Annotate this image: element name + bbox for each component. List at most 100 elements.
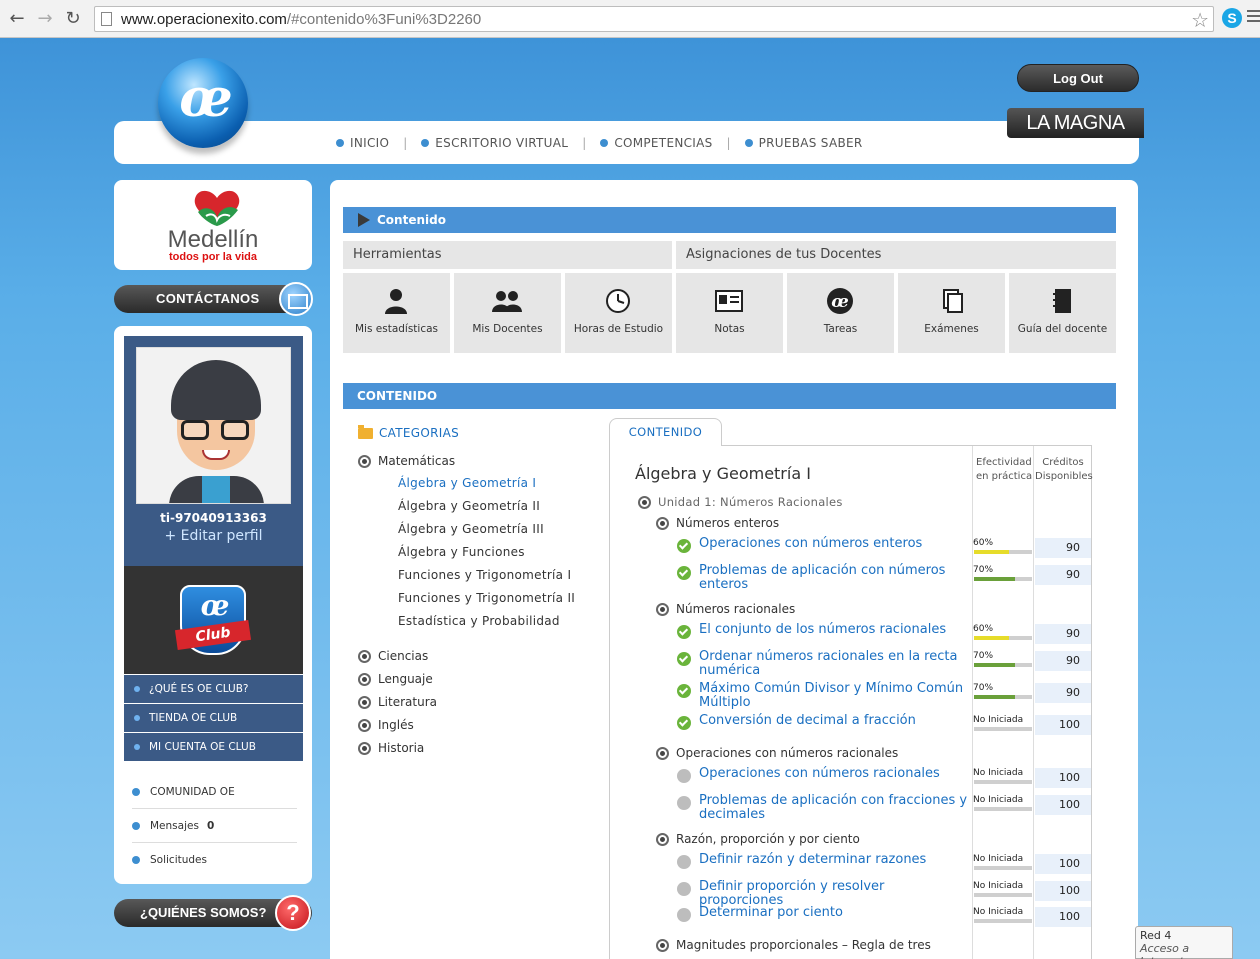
tool-guia-del-docente[interactable]: Guía del docente xyxy=(1009,273,1116,353)
browser-menu-icon[interactable] xyxy=(1247,10,1260,25)
progress-fill xyxy=(974,636,1009,640)
edit-profile-link[interactable]: + Editar perfil xyxy=(124,528,303,544)
progress-bar xyxy=(974,636,1032,640)
lesson-item[interactable]: Operaciones con números enteros xyxy=(677,537,969,553)
check-circle-icon xyxy=(677,566,691,580)
progress-fill xyxy=(974,663,1015,667)
expand-icon xyxy=(358,695,371,709)
club-menu-tienda[interactable]: TIENDA OE CLUB xyxy=(124,704,303,733)
lesson-item[interactable]: Operaciones con números racionales xyxy=(677,767,969,783)
bookmark-star-icon[interactable]: ☆ xyxy=(1191,8,1209,32)
browser-toolbar: ← → ↻ www.operacionexito.com/#contenido%… xyxy=(0,0,1260,38)
category-literatura[interactable]: Literatura xyxy=(358,695,437,709)
tool-horas-de-estudio[interactable]: Horas de Estudio xyxy=(565,273,672,353)
nav-escritorio-virtual[interactable]: ESCRITORIO VIRTUAL xyxy=(421,136,568,150)
lesson-item[interactable]: Definir razón y determinar razones xyxy=(677,853,969,869)
category-lenguaje[interactable]: Lenguaje xyxy=(358,672,433,686)
category-ingles[interactable]: Inglés xyxy=(358,718,414,732)
progress-fill xyxy=(974,550,1009,554)
bullet-icon xyxy=(134,686,140,692)
lesson-item[interactable]: Ordenar números racionales en la recta n… xyxy=(677,650,969,678)
category-ciencias[interactable]: Ciencias xyxy=(358,649,428,663)
expand-icon xyxy=(358,718,371,732)
community-oe-link[interactable]: COMUNIDAD OE xyxy=(132,775,297,809)
user-id: ti-97040913363 xyxy=(160,511,267,525)
requests-link[interactable]: Solicitudes xyxy=(132,843,297,877)
effectiveness-cell: No Iniciada xyxy=(973,795,1033,815)
tool-tareas[interactable]: œ Tareas xyxy=(787,273,894,353)
subcategory-funciones-trig-2[interactable]: Funciones y Trigonometría II xyxy=(398,591,575,605)
progress-bar xyxy=(974,780,1032,784)
course-title: Álgebra y Geometría I xyxy=(635,464,811,483)
categories-title: CATEGORIAS xyxy=(358,424,459,442)
messages-link[interactable]: Mensajes 0 xyxy=(132,809,297,843)
bullet-icon xyxy=(132,821,140,830)
topic-item[interactable]: Razón, proporción y por ciento xyxy=(656,832,860,846)
oe-logo[interactable]: œ xyxy=(158,58,248,148)
medellin-logo-box[interactable]: Medellín todos por la vida xyxy=(114,180,312,270)
nav-inicio[interactable]: INICIO xyxy=(336,136,389,150)
progress-bar xyxy=(974,807,1032,811)
effectiveness-cell: No Iniciada xyxy=(973,715,1033,735)
topic-item[interactable]: Números racionales xyxy=(656,602,795,616)
credits-cell: 90 xyxy=(1035,538,1091,558)
lesson-item[interactable]: Problemas de aplicación con números ente… xyxy=(677,564,969,592)
subcategory-algebra-geometria-2[interactable]: Álgebra y Geometría II xyxy=(398,499,540,513)
logout-button[interactable]: Log Out xyxy=(1017,64,1139,92)
check-circle-icon xyxy=(677,625,691,639)
question-icon[interactable]: ? xyxy=(275,895,311,931)
back-icon[interactable]: ← xyxy=(6,8,28,30)
category-historia[interactable]: Historia xyxy=(358,741,424,755)
address-bar[interactable]: www.operacionexito.com/#contenido%3Funi%… xyxy=(94,6,1214,32)
topic-item[interactable]: Magnitudes proporcionales – Regla de tre… xyxy=(656,938,931,952)
expand-icon xyxy=(656,938,669,952)
lesson-item[interactable]: El conjunto de los números racionales xyxy=(677,623,969,639)
credits-cell: 90 xyxy=(1035,624,1091,644)
tab-contenido[interactable]: CONTENIDO xyxy=(609,418,722,446)
contenido-bar: Contenido xyxy=(343,207,1116,233)
page-icon xyxy=(101,12,112,26)
lesson-item[interactable]: Definir proporción y resolver proporcion… xyxy=(677,880,969,908)
forward-icon[interactable]: → xyxy=(34,8,56,30)
oe-club-logo[interactable]: œ Club xyxy=(174,585,252,655)
folder-icon xyxy=(358,424,373,439)
topic-item[interactable]: Operaciones con números racionales xyxy=(656,746,898,760)
mail-icon[interactable] xyxy=(279,282,313,316)
avatar[interactable] xyxy=(136,347,291,504)
play-icon xyxy=(358,213,370,227)
effectiveness-cell: No Iniciada xyxy=(973,768,1033,788)
documents-icon xyxy=(943,289,963,313)
nav-competencias[interactable]: COMPETENCIAS xyxy=(600,136,712,150)
tool-examenes[interactable]: Exámenes xyxy=(898,273,1005,353)
lesson-item[interactable]: Máximo Común Divisor y Mínimo Común Múlt… xyxy=(677,682,969,710)
reload-icon[interactable]: ↻ xyxy=(62,8,84,30)
skype-icon[interactable]: S xyxy=(1222,8,1242,28)
credits-cell: 100 xyxy=(1035,768,1091,788)
lesson-item[interactable]: Conversión de decimal a fracción xyxy=(677,714,969,730)
expand-icon xyxy=(358,454,371,468)
tool-mis-estadisticas[interactable]: Mis estadísticas xyxy=(343,273,450,353)
lesson-item[interactable]: Problemas de aplicación con fracciones y… xyxy=(677,794,969,822)
subcategory-algebra-funciones[interactable]: Álgebra y Funciones xyxy=(398,545,525,559)
main-nav: INICIO | ESCRITORIO VIRTUAL | COMPETENCI… xyxy=(336,136,863,150)
effectiveness-cell: 60% xyxy=(973,538,1033,558)
subcategory-funciones-trig-1[interactable]: Funciones y Trigonometría I xyxy=(398,568,571,582)
medellin-name: Medellín xyxy=(167,226,259,253)
tool-notas[interactable]: Notas xyxy=(676,273,783,353)
expand-icon xyxy=(638,495,651,509)
club-menu-que-es[interactable]: ¿QUÉ ES OE CLUB? xyxy=(124,675,303,704)
topic-item[interactable]: Números enteros xyxy=(656,516,779,530)
unit-title[interactable]: Unidad 1: Números Racionales xyxy=(638,495,843,509)
expand-icon xyxy=(656,516,669,530)
nav-pruebas-saber[interactable]: PRUEBAS SABER xyxy=(744,136,863,150)
subcategory-algebra-geometria-1[interactable]: Álgebra y Geometría I xyxy=(398,476,536,490)
credits-cell: 90 xyxy=(1035,683,1091,703)
lesson-item[interactable]: Determinar por ciento xyxy=(677,906,969,922)
category-matematicas[interactable]: Matemáticas xyxy=(358,454,455,468)
tool-mis-docentes[interactable]: Mis Docentes xyxy=(454,273,561,353)
progress-bar xyxy=(974,695,1032,699)
subcategory-algebra-geometria-3[interactable]: Álgebra y Geometría III xyxy=(398,522,544,536)
subcategory-estadistica[interactable]: Estadística y Probabilidad xyxy=(398,614,560,628)
club-menu-mi-cuenta[interactable]: MI CUENTA OE CLUB xyxy=(124,733,303,762)
nav-dot-icon xyxy=(421,139,430,147)
